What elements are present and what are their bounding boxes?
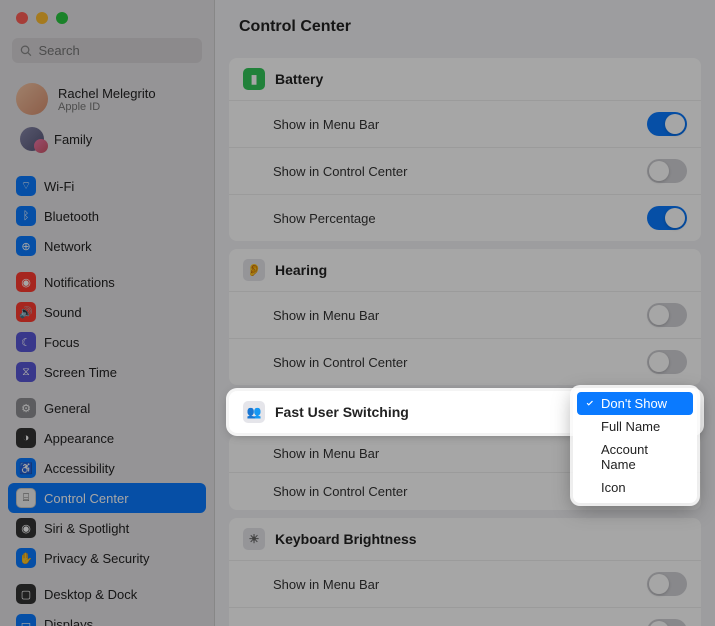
- privacy-icon: ✋: [16, 548, 36, 568]
- zoom-icon[interactable]: [56, 12, 68, 24]
- sidebar-item-desktop[interactable]: ▢Desktop & Dock: [8, 579, 206, 609]
- battery-cc-row: Show in Control Center: [229, 147, 701, 194]
- search-icon: [20, 44, 33, 58]
- keyboard-brightness-group: ☀ Keyboard Brightness Show in Menu Bar S…: [229, 518, 701, 626]
- kb-menubar-row: Show in Menu Bar: [229, 560, 701, 607]
- sidebar-item-wifi[interactable]: ⌔Wi-Fi: [8, 171, 206, 201]
- battery-header: ▮ Battery: [229, 58, 701, 100]
- search-input-wrap[interactable]: [12, 38, 202, 63]
- family-label: Family: [54, 132, 92, 147]
- sound-icon: 🔊: [16, 302, 36, 322]
- displays-icon: ▭: [16, 614, 36, 626]
- hearing-menubar-row: Show in Menu Bar: [229, 291, 701, 338]
- sidebar-item-notifications[interactable]: ◉Notifications: [8, 267, 206, 297]
- minimize-icon[interactable]: [36, 12, 48, 24]
- bluetooth-icon: ᛒ: [16, 206, 36, 226]
- sidebar-item-displays[interactable]: ▭Displays: [8, 609, 206, 626]
- control-center-icon: ⌸: [16, 488, 36, 508]
- hearing-group: 👂 Hearing Show in Menu Bar Show in Contr…: [229, 249, 701, 385]
- hearing-cc-row: Show in Control Center: [229, 338, 701, 385]
- menubar-dropdown: Don't Show Full Name Account Name Icon: [573, 388, 697, 503]
- search-input[interactable]: [39, 43, 194, 58]
- sidebar: Rachel Melegrito Apple ID Family ⌔Wi-Fi …: [0, 0, 215, 626]
- accessibility-icon: ♿: [16, 458, 36, 478]
- wifi-icon: ⌔: [16, 176, 36, 196]
- sidebar-item-sound[interactable]: 🔊Sound: [8, 297, 206, 327]
- sidebar-item-privacy[interactable]: ✋Privacy & Security: [8, 543, 206, 573]
- dropdown-item-dont-show[interactable]: Don't Show: [577, 392, 693, 415]
- avatar: [16, 83, 48, 115]
- page-title: Control Center: [215, 0, 715, 50]
- kb-cc-row: Show in Control Center: [229, 607, 701, 626]
- focus-icon: ☾: [16, 332, 36, 352]
- battery-group: ▮ Battery Show in Menu Bar Show in Contr…: [229, 58, 701, 241]
- apple-id-row[interactable]: Rachel Melegrito Apple ID: [8, 77, 206, 121]
- toggle[interactable]: [647, 303, 687, 327]
- network-icon: ⊕: [16, 236, 36, 256]
- sidebar-item-bluetooth[interactable]: ᛒBluetooth: [8, 201, 206, 231]
- appearance-icon: ◑: [16, 428, 36, 448]
- close-icon[interactable]: [16, 12, 28, 24]
- sidebar-item-accessibility[interactable]: ♿Accessibility: [8, 453, 206, 483]
- dropdown-item-full-name[interactable]: Full Name: [577, 415, 693, 438]
- user-name: Rachel Melegrito: [58, 86, 156, 101]
- family-row[interactable]: Family: [12, 121, 206, 165]
- hearing-header: 👂 Hearing: [229, 249, 701, 291]
- sidebar-item-general[interactable]: ⚙General: [8, 393, 206, 423]
- battery-percentage-row: Show Percentage: [229, 194, 701, 241]
- sidebar-item-network[interactable]: ⊕Network: [8, 231, 206, 261]
- screentime-icon: ⧖: [16, 362, 36, 382]
- toggle[interactable]: [647, 619, 687, 626]
- sidebar-item-siri[interactable]: ◉Siri & Spotlight: [8, 513, 206, 543]
- family-icon: [20, 127, 44, 151]
- user-sub: Apple ID: [58, 101, 156, 113]
- desktop-icon: ▢: [16, 584, 36, 604]
- kb-header: ☀ Keyboard Brightness: [229, 518, 701, 560]
- toggle[interactable]: [647, 159, 687, 183]
- sidebar-item-focus[interactable]: ☾Focus: [8, 327, 206, 357]
- toggle[interactable]: [647, 112, 687, 136]
- window-controls: [8, 10, 206, 38]
- sidebar-item-appearance[interactable]: ◑Appearance: [8, 423, 206, 453]
- toggle[interactable]: [647, 206, 687, 230]
- keyboard-brightness-icon: ☀: [243, 528, 265, 550]
- toggle[interactable]: [647, 350, 687, 374]
- battery-menubar-row: Show in Menu Bar: [229, 100, 701, 147]
- bell-icon: ◉: [16, 272, 36, 292]
- gear-icon: ⚙: [16, 398, 36, 418]
- battery-icon: ▮: [243, 68, 265, 90]
- hearing-icon: 👂: [243, 259, 265, 281]
- sidebar-item-screen-time[interactable]: ⧖Screen Time: [8, 357, 206, 387]
- toggle[interactable]: [647, 572, 687, 596]
- main-panel: Control Center ▮ Battery Show in Menu Ba…: [215, 0, 715, 626]
- siri-icon: ◉: [16, 518, 36, 538]
- sidebar-item-control-center[interactable]: ⌸Control Center: [8, 483, 206, 513]
- dropdown-item-icon[interactable]: Icon: [577, 476, 693, 499]
- dropdown-item-account-name[interactable]: Account Name: [577, 438, 693, 476]
- user-switching-icon: 👥: [243, 401, 265, 423]
